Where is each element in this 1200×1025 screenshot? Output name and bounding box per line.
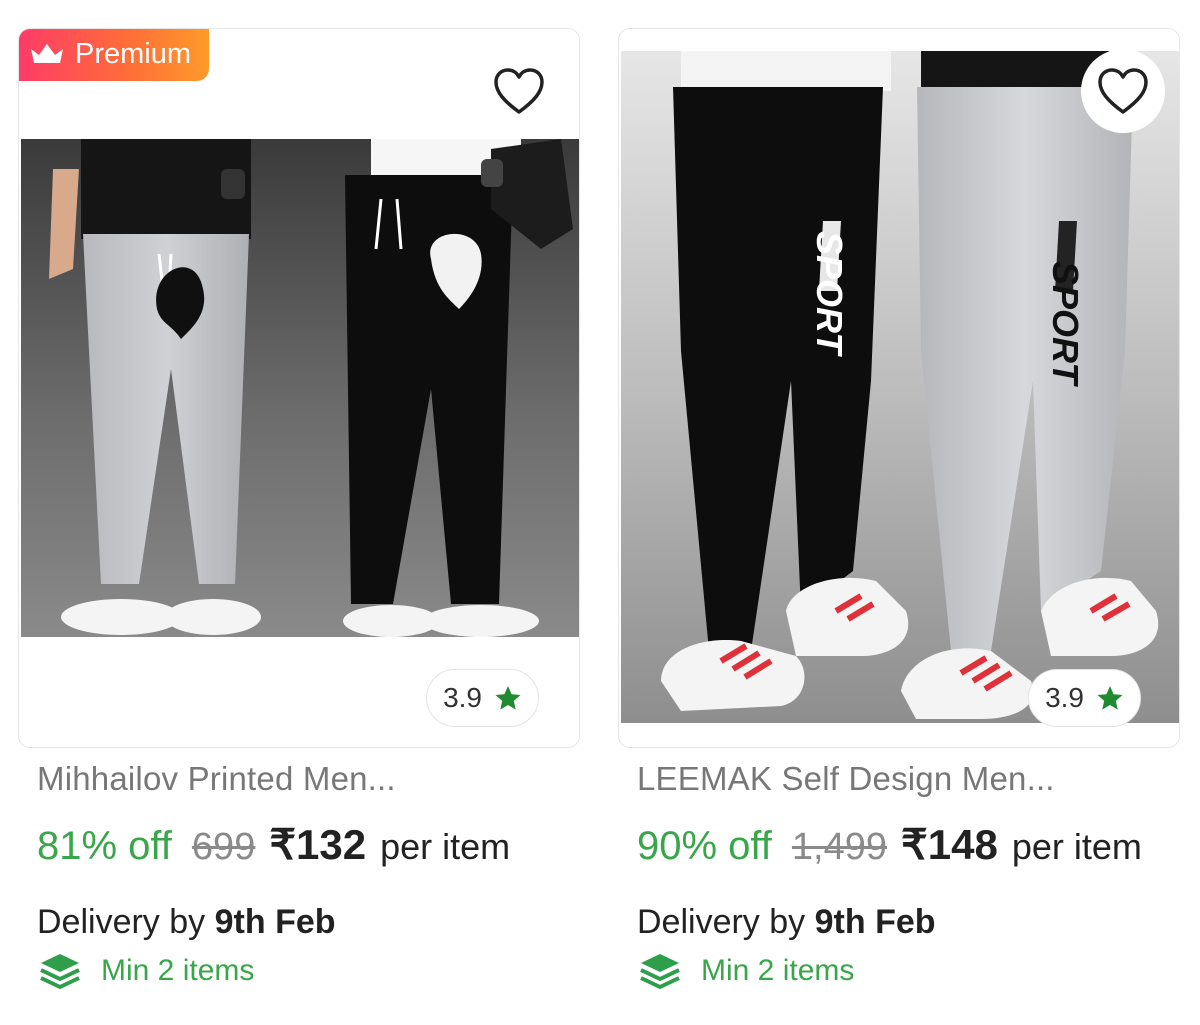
min-items-label: Min 2 items [701, 954, 855, 987]
product-image[interactable]: SPORT SPORT [621, 51, 1179, 723]
premium-badge: Premium [19, 29, 210, 81]
product-info-1[interactable]: Mihhailov Printed Men... 81% off 699 ₹13… [37, 760, 597, 992]
min-items: Min 2 items [37, 950, 597, 992]
discount-label: 81% off [37, 824, 172, 868]
rating-badge: 3.9 [1028, 669, 1141, 727]
delivery-info: Delivery by 9th Feb [637, 903, 1197, 942]
stack-icon [640, 954, 680, 989]
price-row: 81% off 699 ₹132 per item [37, 820, 597, 869]
price-row: 90% off 1,499 ₹148 per item [637, 820, 1197, 869]
product-photo-graphic: SPORT SPORT [621, 51, 1179, 723]
crown-icon [31, 44, 63, 63]
rating-badge: 3.9 [426, 669, 539, 727]
delivery-date: 9th Feb [814, 903, 936, 941]
premium-badge-label: Premium [75, 37, 192, 70]
original-price: 1,499 [791, 826, 888, 868]
original-price: 699 [191, 826, 256, 868]
heart-icon [494, 68, 544, 114]
product-info-2[interactable]: LEEMAK Self Design Men... 90% off 1,499 … [637, 760, 1197, 992]
delivery-prefix: Delivery by [37, 903, 206, 941]
heart-icon [1098, 68, 1148, 114]
star-icon [1097, 686, 1123, 710]
product-title[interactable]: LEEMAK Self Design Men... [637, 760, 1197, 798]
per-item-label: per item [380, 826, 511, 867]
wishlist-button[interactable] [1081, 49, 1165, 133]
sale-price: ₹132 [269, 821, 367, 868]
star-icon [495, 686, 521, 710]
rating-value: 3.9 [1045, 682, 1084, 713]
wishlist-button[interactable] [477, 49, 561, 133]
rating-value: 3.9 [443, 682, 482, 713]
delivery-prefix: Delivery by [637, 903, 806, 941]
delivery-info: Delivery by 9th Feb [37, 903, 597, 942]
discount-label: 90% off [637, 824, 772, 868]
per-item-label: per item [1011, 826, 1142, 867]
delivery-date: 9th Feb [214, 903, 336, 941]
product-title[interactable]: Mihhailov Printed Men... [37, 760, 597, 798]
product-photo-graphic [21, 139, 579, 637]
min-items: Min 2 items [637, 950, 1197, 992]
min-items-label: Min 2 items [101, 954, 255, 987]
product-card-1[interactable]: Premium 3.9 [18, 28, 580, 748]
product-image[interactable] [21, 139, 579, 637]
stack-icon [40, 954, 80, 989]
sale-price: ₹148 [901, 821, 998, 868]
product-card-2[interactable]: SPORT SPORT 3.9 [618, 28, 1180, 748]
